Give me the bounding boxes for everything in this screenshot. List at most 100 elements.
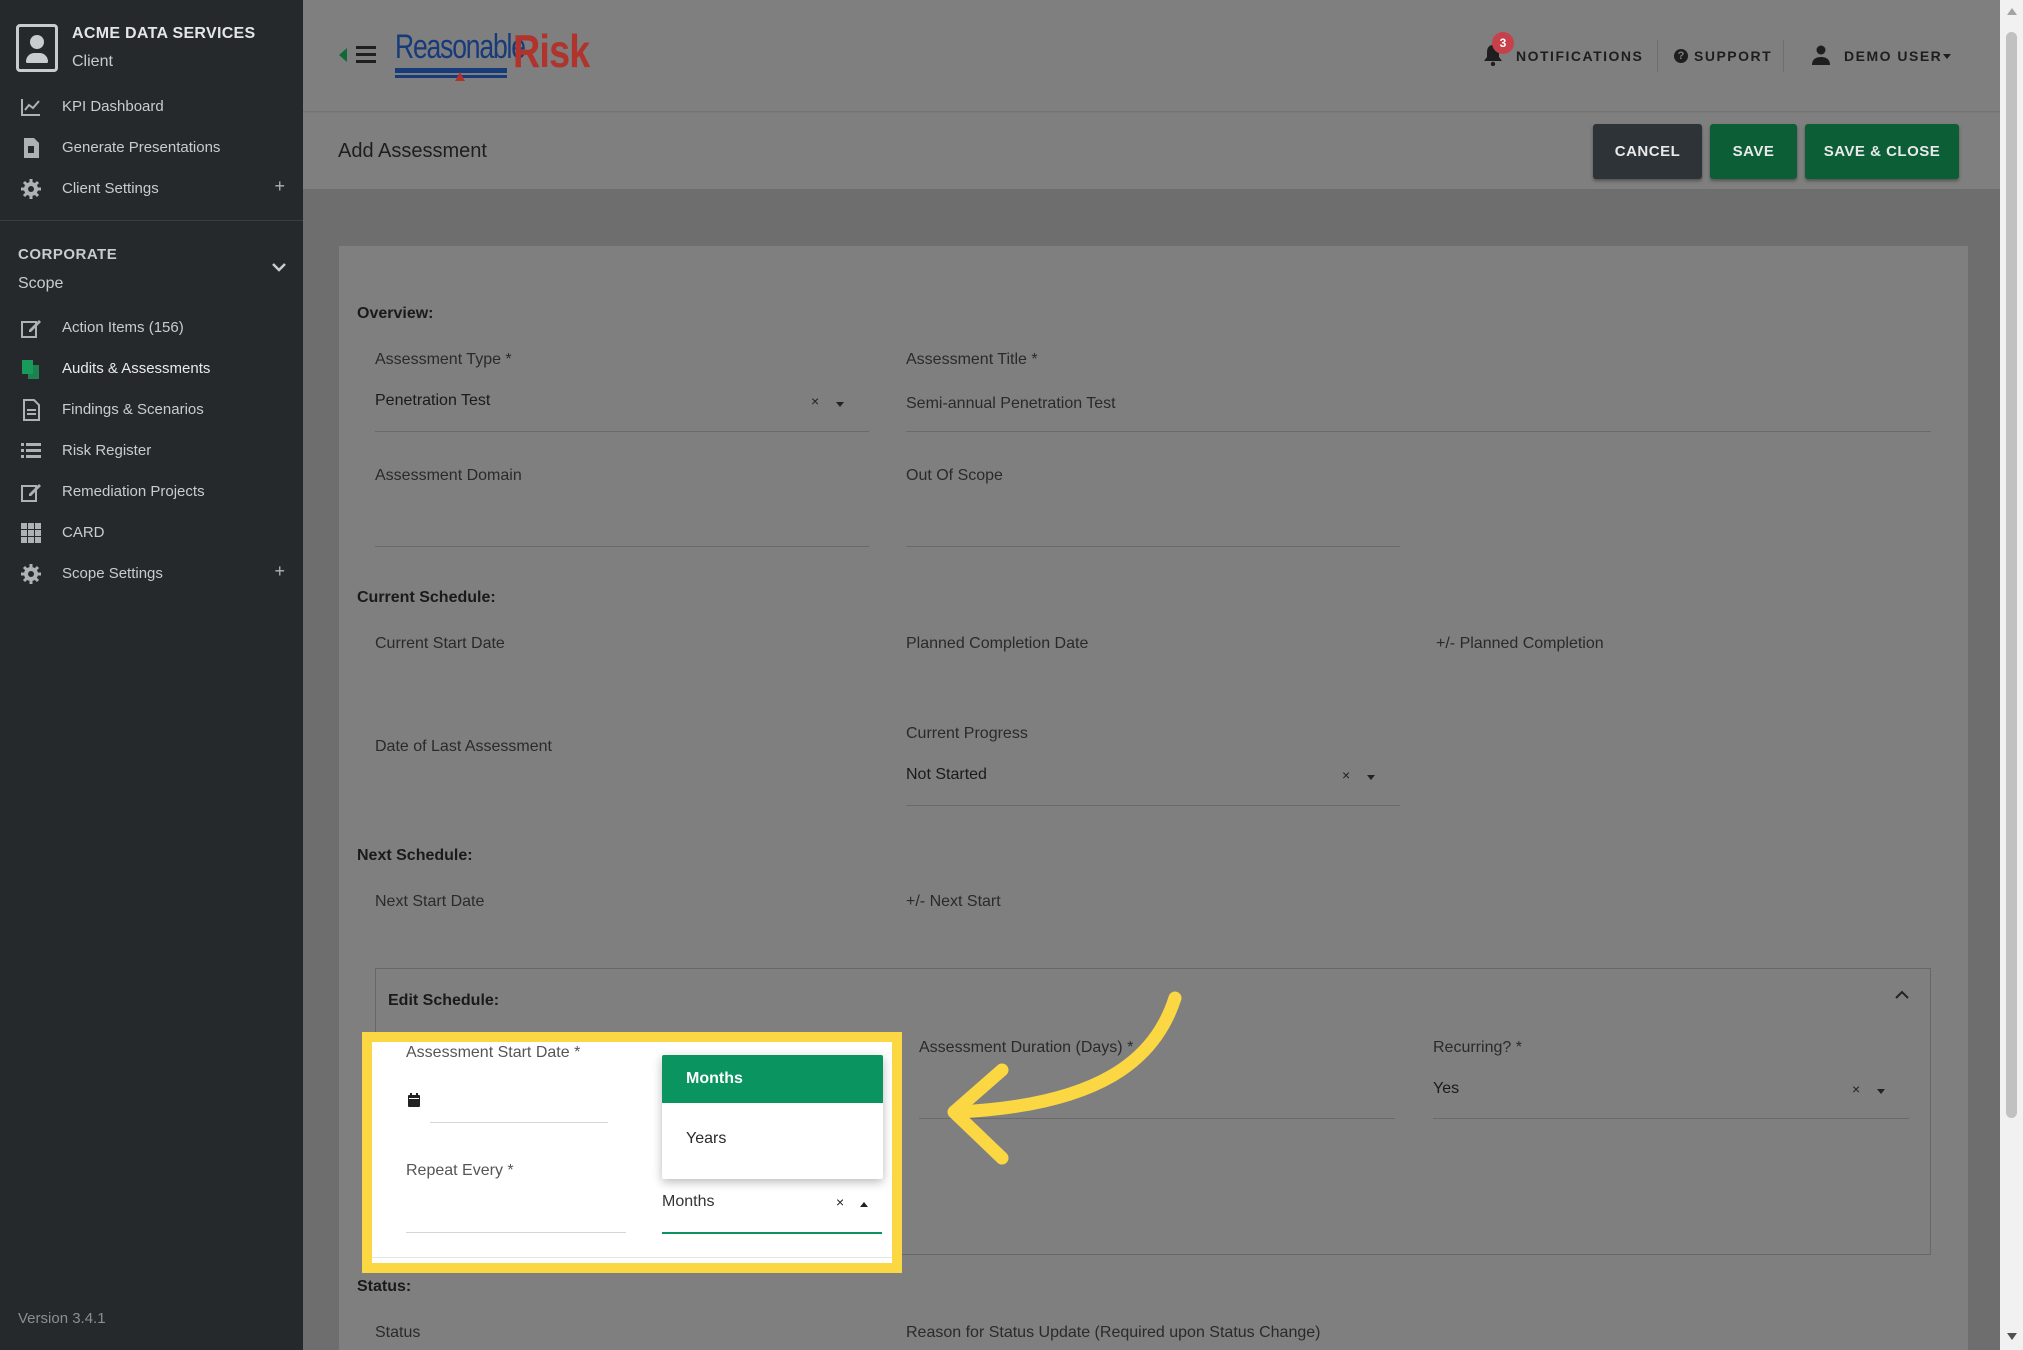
- field-underline: [906, 805, 1400, 806]
- sidebar-item-client-settings[interactable]: Client Settings +: [0, 171, 303, 207]
- support-link[interactable]: SUPPORT: [1694, 48, 1772, 64]
- save-button[interactable]: SAVE: [1710, 124, 1797, 179]
- clear-icon[interactable]: ×: [836, 1194, 844, 1210]
- repeat-unit-underline: [662, 1232, 882, 1234]
- expand-icon[interactable]: +: [274, 561, 285, 582]
- sidebar: ACME DATA SERVICES Client KPI Dashboard …: [0, 0, 303, 1350]
- assessment-domain-input[interactable]: [375, 546, 869, 547]
- gear-icon: [21, 564, 41, 584]
- sidebar-divider: [0, 220, 303, 221]
- current-progress-select[interactable]: Not Started: [906, 766, 987, 784]
- planned-completion-date-label: Planned Completion Date: [906, 635, 1089, 652]
- reasonable-risk-logo[interactable]: Reasonable Risk: [395, 25, 595, 86]
- sidebar-item-label: Scope Settings: [62, 565, 163, 582]
- header-divider: [1657, 40, 1658, 72]
- current-start-date-label: Current Start Date: [375, 635, 505, 652]
- out-of-scope-input[interactable]: [906, 546, 1400, 547]
- calendar-icon[interactable]: [408, 1093, 420, 1107]
- client-switcher[interactable]: ACME DATA SERVICES Client: [16, 22, 296, 78]
- sidebar-item-remediation-projects[interactable]: Remediation Projects: [0, 474, 303, 510]
- assessment-start-date-input[interactable]: [430, 1122, 608, 1123]
- sidebar-item-label: KPI Dashboard: [62, 98, 164, 115]
- current-progress-label: Current Progress: [906, 725, 1028, 742]
- next-schedule-section-title: Next Schedule:: [357, 847, 473, 864]
- sidebar-item-risk-register[interactable]: Risk Register: [0, 433, 303, 469]
- expand-icon[interactable]: +: [274, 176, 285, 197]
- status-section-title: Status:: [357, 1278, 412, 1295]
- last-assessment-date-label: Date of Last Assessment: [375, 738, 552, 755]
- next-start-date-label: Next Start Date: [375, 893, 485, 910]
- repeat-every-input[interactable]: [406, 1232, 626, 1233]
- app-version: Version 3.4.1: [18, 1310, 106, 1327]
- assessment-domain-label: Assessment Domain: [375, 467, 522, 484]
- repeat-every-label: Repeat Every *: [406, 1162, 514, 1179]
- sidebar-item-label: CARD: [62, 524, 105, 541]
- scroll-up-icon[interactable]: [2007, 8, 2017, 15]
- assessment-title-input[interactable]: Semi-annual Penetration Test: [906, 395, 1116, 413]
- status-reason-label: Reason for Status Update (Required upon …: [906, 1324, 1321, 1341]
- sidebar-item-label: Generate Presentations: [62, 139, 221, 156]
- save-and-close-button[interactable]: SAVE & CLOSE: [1805, 124, 1959, 179]
- sidebar-item-kpi-dashboard[interactable]: KPI Dashboard: [0, 89, 303, 125]
- overview-section-title: Overview:: [357, 305, 434, 322]
- sidebar-item-action-items[interactable]: Action Items (156): [0, 310, 303, 346]
- client-role: Client: [72, 53, 113, 70]
- status-label: Status: [375, 1324, 421, 1341]
- sidebar-item-generate-presentations[interactable]: Generate Presentations: [0, 130, 303, 166]
- caret-down-icon[interactable]: [1943, 54, 1951, 59]
- sidebar-item-card[interactable]: CARD: [0, 515, 303, 551]
- logo-underline: [395, 75, 507, 78]
- page-title-bar: Add Assessment CANCEL SAVE SAVE & CLOSE: [303, 113, 2000, 189]
- current-schedule-section-title: Current Schedule:: [357, 589, 496, 606]
- edit-schedule-section-title: Edit Schedule:: [388, 992, 500, 1009]
- document-icon: [23, 399, 40, 421]
- notifications-link[interactable]: NOTIFICATIONS: [1516, 48, 1643, 64]
- field-underline: [906, 431, 1931, 432]
- chart-line-icon: [21, 99, 40, 116]
- repeat-unit-select[interactable]: Months: [662, 1193, 714, 1211]
- caret-down-icon[interactable]: [1877, 1089, 1885, 1094]
- sidebar-item-audits-assessments[interactable]: Audits & Assessments: [0, 351, 303, 387]
- caret-up-icon[interactable]: [860, 1202, 868, 1207]
- user-icon: [1812, 45, 1830, 65]
- logo-marker: [455, 72, 465, 81]
- contact-book-icon: [16, 24, 58, 72]
- gear-icon: [21, 179, 41, 199]
- question-circle-icon: ?: [1674, 49, 1688, 63]
- recurring-select[interactable]: Yes: [1433, 1080, 1459, 1098]
- assessment-start-date-label: Assessment Start Date *: [406, 1044, 581, 1061]
- header-divider: [1783, 40, 1784, 72]
- logo-underline: [395, 68, 507, 73]
- hamburger-menu-icon[interactable]: [356, 46, 376, 64]
- sidebar-item-label: Remediation Projects: [62, 483, 205, 500]
- chevron-down-icon[interactable]: [272, 260, 286, 274]
- dropdown-option-years[interactable]: Years: [662, 1115, 883, 1163]
- field-underline: [1433, 1118, 1909, 1119]
- page-scrollbar[interactable]: [2000, 0, 2023, 1350]
- dropdown-option-months[interactable]: Months: [662, 1055, 883, 1103]
- scrollbar-thumb[interactable]: [2006, 32, 2017, 1118]
- caret-down-icon[interactable]: [1367, 775, 1375, 780]
- assessment-type-select[interactable]: Penetration Test: [375, 392, 490, 410]
- sidebar-item-label: Client Settings: [62, 180, 159, 197]
- scroll-down-icon[interactable]: [2007, 1333, 2017, 1340]
- chevron-up-icon[interactable]: [1895, 988, 1909, 1002]
- sidebar-item-label: Findings & Scenarios: [62, 401, 204, 418]
- clear-icon[interactable]: ×: [1342, 767, 1350, 783]
- logo-text-reasonable: Reasonable: [395, 28, 526, 66]
- clear-icon[interactable]: ×: [1852, 1081, 1860, 1097]
- recurring-label: Recurring? *: [1433, 1039, 1522, 1056]
- edit-icon: [21, 484, 41, 502]
- clear-icon[interactable]: ×: [811, 393, 819, 409]
- logo-text-risk: Risk: [513, 25, 590, 77]
- sidebar-item-label: Audits & Assessments: [62, 360, 211, 377]
- caret-down-icon[interactable]: [836, 402, 844, 407]
- sidebar-item-findings-scenarios[interactable]: Findings & Scenarios: [0, 392, 303, 428]
- sidebar-item-label: Action Items (156): [62, 319, 184, 336]
- sidebar-item-label: Risk Register: [62, 442, 152, 459]
- sidebar-item-scope-settings[interactable]: Scope Settings +: [0, 556, 303, 592]
- user-menu[interactable]: DEMO USER: [1844, 48, 1942, 64]
- caret-left-icon[interactable]: [339, 48, 347, 62]
- notification-count-badge: 3: [1492, 32, 1514, 54]
- cancel-button[interactable]: CANCEL: [1593, 124, 1702, 179]
